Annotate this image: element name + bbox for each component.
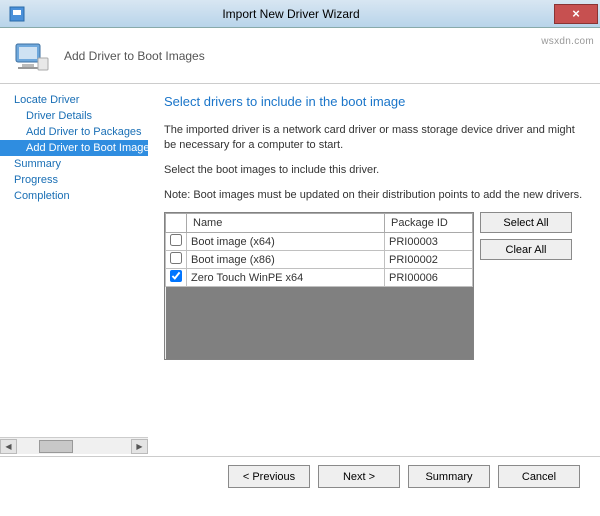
step-add-to-packages[interactable]: Add Driver to Packages [0,124,148,140]
table-header-row: Name Package ID [166,214,473,233]
close-button[interactable]: × [554,4,598,24]
watermark-text: wsxdn.com [541,36,594,47]
row-checkbox[interactable] [170,252,182,264]
step-summary[interactable]: Summary [0,156,148,172]
instruction-text-3: Note: Boot images must be updated on the… [164,188,584,203]
system-menu-icon[interactable] [6,3,28,25]
row-checkbox[interactable] [170,270,182,282]
previous-button[interactable]: < Previous [228,465,310,488]
main-heading: Select drivers to include in the boot im… [164,94,584,109]
table-row[interactable]: Zero Touch WinPE x64 PRI00006 [166,269,473,287]
wizard-steps-sidebar: Locate Driver Driver Details Add Driver … [0,84,148,454]
table-row[interactable]: Boot image (x86) PRI00002 [166,251,473,269]
instruction-text-1: The imported driver is a network card dr… [164,123,584,153]
computer-icon [12,36,52,76]
row-pkg: PRI00003 [385,233,473,251]
select-all-button[interactable]: Select All [480,212,572,233]
row-name: Boot image (x86) [187,251,385,269]
step-driver-details[interactable]: Driver Details [0,108,148,124]
step-locate-driver[interactable]: Locate Driver [0,92,148,108]
window-title: Import New Driver Wizard [28,7,554,21]
step-completion[interactable]: Completion [0,188,148,204]
sidebar-horizontal-scrollbar[interactable]: ◀ ▶ [0,437,148,454]
row-name: Boot image (x64) [187,233,385,251]
scroll-right-arrow[interactable]: ▶ [131,439,148,454]
wizard-header: Add Driver to Boot Images [0,28,600,84]
column-package-id[interactable]: Package ID [385,214,473,233]
column-name[interactable]: Name [187,214,385,233]
row-name: Zero Touch WinPE x64 [187,269,385,287]
cancel-button[interactable]: Cancel [498,465,580,488]
column-checkbox [166,214,187,233]
clear-all-button[interactable]: Clear All [480,239,572,260]
next-button[interactable]: Next > [318,465,400,488]
step-progress[interactable]: Progress [0,172,148,188]
main-panel: Select drivers to include in the boot im… [148,84,600,454]
instruction-text-2: Select the boot images to include this d… [164,163,584,178]
row-pkg: PRI00006 [385,269,473,287]
page-title: Add Driver to Boot Images [64,49,205,63]
step-add-to-boot-images[interactable]: Add Driver to Boot Images [0,140,148,156]
boot-images-table: Name Package ID Boot image (x64) PRI0000… [164,212,474,360]
scroll-thumb[interactable] [39,440,73,453]
wizard-footer: < Previous Next > Summary Cancel [0,456,600,496]
row-checkbox[interactable] [170,234,182,246]
scroll-left-arrow[interactable]: ◀ [0,439,17,454]
content-area: Locate Driver Driver Details Add Driver … [0,84,600,454]
summary-button[interactable]: Summary [408,465,490,488]
row-pkg: PRI00002 [385,251,473,269]
table-row[interactable]: Boot image (x64) PRI00003 [166,233,473,251]
window-titlebar: Import New Driver Wizard × [0,0,600,28]
